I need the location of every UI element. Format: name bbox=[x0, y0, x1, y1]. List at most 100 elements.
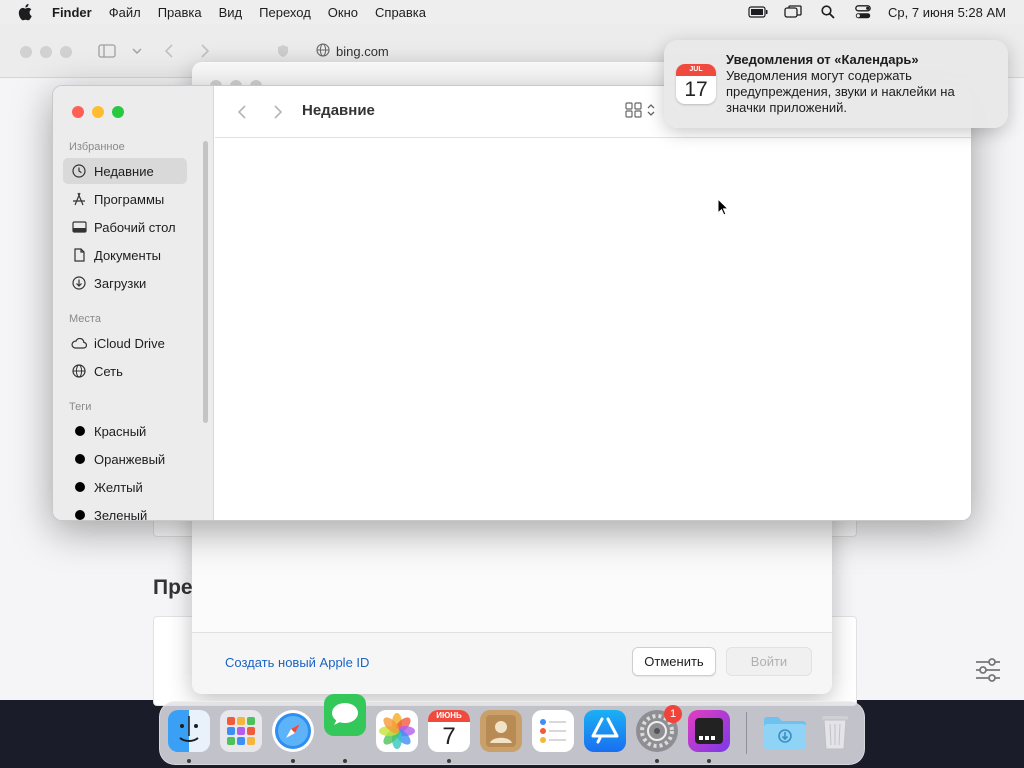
calendar-icon-month: JUL bbox=[676, 64, 716, 76]
sliders-icon[interactable] bbox=[974, 657, 1002, 683]
forward-icon[interactable] bbox=[196, 42, 214, 60]
dock-calendar-icon[interactable]: ИЮНЬ 7 bbox=[428, 710, 470, 752]
apps-icon bbox=[71, 191, 87, 207]
battery-icon[interactable] bbox=[748, 4, 768, 20]
menu-app-name[interactable]: Finder bbox=[52, 5, 92, 20]
notification-body: Уведомления могут содержать предупрежден… bbox=[726, 68, 955, 115]
sidebar-item-label: Программы bbox=[94, 191, 165, 207]
finder-zoom-button[interactable] bbox=[112, 106, 124, 118]
running-indicator bbox=[707, 759, 711, 763]
tag-dot-icon bbox=[75, 454, 85, 464]
file-list-area[interactable] bbox=[215, 139, 971, 520]
dock-separator bbox=[746, 712, 747, 754]
tag-dot-icon bbox=[75, 510, 85, 520]
dock-contacts-icon[interactable] bbox=[480, 710, 522, 752]
dock-launchpad-icon[interactable] bbox=[220, 710, 262, 752]
chevron-down-icon[interactable] bbox=[128, 42, 146, 60]
dock-downloads-folder-icon[interactable] bbox=[762, 710, 806, 752]
sheet-footer: Создать новый Apple ID Отменить Войти bbox=[192, 632, 832, 694]
dock-photos-icon[interactable] bbox=[376, 710, 418, 752]
sidebar-item-label: Рабочий стол bbox=[94, 219, 176, 235]
sidebar-item-label: Документы bbox=[94, 247, 162, 263]
sidebar-item-label: Зеленый bbox=[94, 507, 148, 521]
notification-title: Уведомления от «Календарь» bbox=[726, 52, 919, 67]
dock-app-store-icon[interactable] bbox=[584, 710, 626, 752]
sidebar-item-label: iCloud Drive bbox=[94, 335, 165, 351]
finder-close-button[interactable] bbox=[72, 106, 84, 118]
sidebar-item-label: Желтый bbox=[94, 479, 143, 495]
sidebar-item-tag-red[interactable]: Красный bbox=[63, 418, 187, 444]
menubar-clock[interactable]: Ср, 7 июня 5:28 AM bbox=[888, 5, 1006, 20]
running-indicator bbox=[655, 759, 659, 763]
screen-mirroring-icon[interactable] bbox=[783, 4, 803, 20]
globe-icon bbox=[316, 42, 330, 60]
finder-minimize-button[interactable] bbox=[92, 106, 104, 118]
view-options-button[interactable] bbox=[625, 101, 661, 122]
browser-zoom-button[interactable] bbox=[60, 46, 72, 58]
desktop-icon bbox=[71, 219, 87, 235]
privacy-shield-icon[interactable] bbox=[274, 42, 292, 60]
dock-safari-icon[interactable] bbox=[272, 710, 314, 752]
dock-finder-icon[interactable] bbox=[168, 710, 210, 752]
dock-calendar-day: 7 bbox=[442, 723, 456, 750]
menu-help[interactable]: Справка bbox=[375, 5, 426, 20]
dock-reminders-icon[interactable] bbox=[532, 710, 574, 752]
sidebar-item-network[interactable]: Сеть bbox=[63, 358, 187, 384]
sidebar-item-desktop[interactable]: Рабочий стол bbox=[63, 214, 187, 240]
sign-in-button[interactable]: Войти bbox=[726, 647, 812, 676]
sidebar-item-tag-green[interactable]: Зеленый bbox=[63, 502, 187, 521]
sidebar-item-applications[interactable]: Программы bbox=[63, 186, 187, 212]
sidebar-item-label: Недавние bbox=[94, 163, 154, 179]
menu-window[interactable]: Окно bbox=[328, 5, 358, 20]
dock-trash-icon[interactable] bbox=[816, 710, 858, 752]
sidebar-item-label: Загрузки bbox=[94, 275, 147, 291]
address-bar[interactable]: bing.com bbox=[306, 38, 399, 64]
notification-banner[interactable]: JUL 17 Уведомления от «Календарь» Уведом… bbox=[664, 40, 1008, 128]
menu-bar: Finder Файл Правка Вид Переход Окно Спра… bbox=[0, 0, 1024, 24]
sidebar-item-tag-yellow[interactable]: Желтый bbox=[63, 474, 187, 500]
spotlight-search-icon[interactable] bbox=[818, 4, 838, 20]
sidebar-item-recents[interactable]: Недавние bbox=[63, 158, 187, 184]
globe-icon bbox=[71, 363, 87, 379]
browser-close-button[interactable] bbox=[20, 46, 32, 58]
sidebar-item-label: Красный bbox=[94, 423, 147, 439]
back-icon[interactable] bbox=[160, 42, 178, 60]
sidebar-item-downloads[interactable]: Загрузки bbox=[63, 270, 187, 296]
sidebar-item-label: Сеть bbox=[94, 363, 123, 379]
clock-icon bbox=[71, 163, 87, 179]
menu-file[interactable]: Файл bbox=[109, 5, 141, 20]
calendar-icon-day: 17 bbox=[684, 78, 708, 101]
sidebar-scrollbar[interactable] bbox=[203, 141, 208, 423]
dock-screen-app-icon[interactable] bbox=[688, 710, 730, 752]
cancel-button[interactable]: Отменить bbox=[632, 647, 716, 676]
running-indicator bbox=[343, 759, 347, 763]
dock-messages-icon[interactable] bbox=[324, 694, 366, 736]
download-icon bbox=[71, 275, 87, 291]
forward-icon[interactable] bbox=[268, 102, 288, 122]
control-center-icon[interactable] bbox=[853, 4, 873, 20]
sidebar-item-documents[interactable]: Документы bbox=[63, 242, 187, 268]
sidebar-item-icloud-drive[interactable]: iCloud Drive bbox=[63, 330, 187, 356]
tag-dot-icon bbox=[75, 482, 85, 492]
menu-go[interactable]: Переход bbox=[259, 5, 311, 20]
browser-minimize-button[interactable] bbox=[40, 46, 52, 58]
menu-view[interactable]: Вид bbox=[219, 5, 243, 20]
back-icon[interactable] bbox=[232, 102, 252, 122]
create-apple-id-link[interactable]: Создать новый Apple ID bbox=[225, 655, 369, 670]
calendar-app-icon: JUL 17 bbox=[676, 64, 716, 104]
notification-badge: 1 bbox=[664, 705, 682, 723]
address-bar-url: bing.com bbox=[336, 43, 389, 59]
menu-edit[interactable]: Правка bbox=[158, 5, 202, 20]
dock: ИЮНЬ 7 1 bbox=[159, 694, 865, 765]
section-locations: Места bbox=[69, 313, 101, 325]
finder-open-dialog: Избранное Недавние Программы Рабочий сто… bbox=[52, 85, 972, 521]
running-indicator bbox=[291, 759, 295, 763]
section-favorites: Избранное bbox=[69, 141, 125, 153]
running-indicator bbox=[447, 759, 451, 763]
sidebar-item-tag-orange[interactable]: Оранжевый bbox=[63, 446, 187, 472]
cloud-icon bbox=[71, 335, 87, 351]
running-indicator bbox=[187, 759, 191, 763]
chevron-updown-icon bbox=[647, 103, 655, 122]
sidebar-toggle-icon[interactable] bbox=[98, 42, 116, 60]
apple-menu-icon[interactable] bbox=[18, 3, 38, 21]
